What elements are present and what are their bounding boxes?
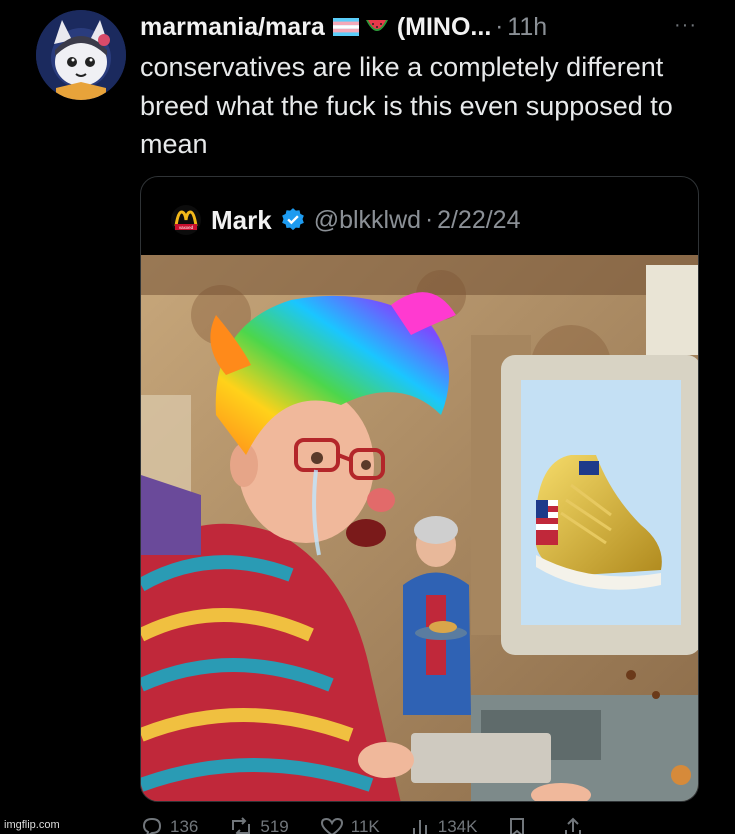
share-button[interactable] (563, 816, 589, 834)
views-button[interactable]: 134K (410, 816, 478, 834)
reply-button[interactable]: 136 (140, 816, 198, 834)
quoted-post-image[interactable] (141, 255, 698, 801)
trans-flag-icon (332, 18, 359, 36)
post-time[interactable]: 11h (507, 13, 547, 42)
watermelon-icon (365, 20, 388, 31)
avatar-illustration (36, 10, 126, 100)
author-name[interactable]: marmania/mara (140, 13, 325, 42)
bookmark-button[interactable] (507, 816, 533, 834)
verified-badge-icon (281, 208, 304, 231)
quoted-post[interactable]: vaxxed Mark @blkklwd · 2/22/24 (140, 176, 699, 802)
heart-icon (320, 817, 343, 834)
like-button[interactable]: 11K (319, 816, 380, 834)
separator-dot: · (425, 206, 434, 233)
separator-dot: · (495, 13, 504, 40)
bookmark-icon (510, 818, 525, 834)
quoted-post-header: vaxxed Mark @blkklwd · 2/22/24 (171, 203, 520, 237)
quoted-avatar-label: vaxxed (179, 225, 194, 230)
reply-icon (142, 817, 162, 834)
repost-count: 519 (260, 817, 289, 834)
share-icon (565, 817, 582, 834)
mcdonalds-logo-icon: vaxxed (174, 210, 198, 230)
repost-icon (232, 817, 251, 834)
post-header: marmania/mara (MINO... · 11h (140, 10, 715, 44)
more-options-button[interactable]: ··· (674, 14, 697, 37)
ai-illustration-crying-man-sneaker (141, 255, 698, 801)
author-name-suffix[interactable]: (MINO... (397, 13, 491, 42)
action-bar: 136 519 11K 134K (140, 812, 700, 834)
quoted-post-date[interactable]: 2/22/24 (437, 206, 520, 235)
like-count: 11K (350, 817, 380, 834)
reply-count: 136 (170, 817, 199, 834)
quoted-author-name[interactable]: Mark (211, 205, 272, 236)
imgflip-watermark: imgflip.com (4, 819, 60, 831)
quoted-author-handle[interactable]: @blkklwd (314, 206, 421, 235)
views-icon (412, 820, 427, 834)
quoted-author-avatar[interactable]: vaxxed (171, 205, 201, 235)
repost-button[interactable]: 519 (228, 816, 289, 834)
views-count: 134K (437, 817, 478, 834)
author-avatar[interactable] (36, 10, 126, 100)
post-text: conservatives are like a completely diff… (140, 52, 673, 159)
